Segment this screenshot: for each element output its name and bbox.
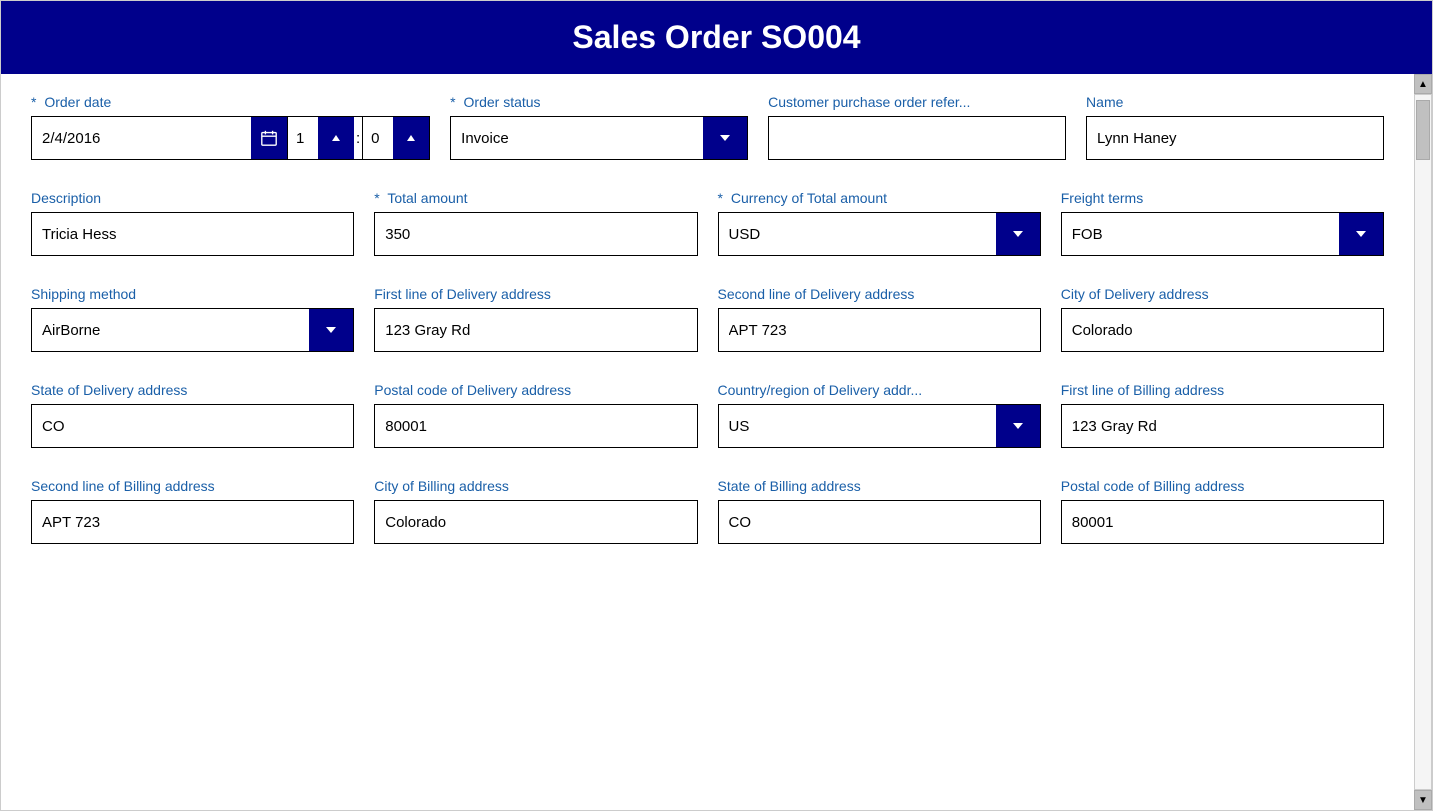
billing-addr2-label: Second line of Billing address	[31, 478, 354, 494]
page-header: Sales Order SO004	[1, 1, 1432, 74]
total-amount-input[interactable]	[374, 212, 697, 256]
billing-city-label: City of Billing address	[374, 478, 697, 494]
scroll-track[interactable]	[1414, 94, 1432, 790]
delivery-postal-input[interactable]	[374, 404, 697, 448]
shipping-method-label: Shipping method	[31, 286, 354, 302]
delivery-state-field: State of Delivery address	[31, 382, 354, 448]
shipping-method-input[interactable]	[32, 309, 309, 351]
freight-terms-label: Freight terms	[1061, 190, 1384, 206]
name-field: Name	[1086, 94, 1384, 160]
order-status-label: * Order status	[450, 94, 748, 110]
billing-postal-label: Postal code of Billing address	[1061, 478, 1384, 494]
form-area: * Order date	[1, 74, 1414, 810]
delivery-postal-label: Postal code of Delivery address	[374, 382, 697, 398]
delivery-country-select	[718, 404, 1041, 448]
order-date-label: * Order date	[31, 94, 430, 110]
currency-input[interactable]	[719, 213, 996, 255]
delivery-addr2-label: Second line of Delivery address	[718, 286, 1041, 302]
hour-spinner: 1	[287, 117, 354, 159]
delivery-postal-field: Postal code of Delivery address	[374, 382, 697, 448]
delivery-state-input[interactable]	[31, 404, 354, 448]
total-amount-label: * Total amount	[374, 190, 697, 206]
hour-spinner-btn[interactable]	[318, 117, 354, 159]
billing-city-field: City of Billing address	[374, 478, 697, 544]
delivery-city-label: City of Delivery address	[1061, 286, 1384, 302]
customer-po-ref-field: Customer purchase order refer...	[768, 94, 1066, 160]
order-status-dropdown-btn[interactable]	[703, 117, 747, 159]
delivery-country-dropdown-btn[interactable]	[996, 405, 1040, 447]
billing-addr2-field: Second line of Billing address	[31, 478, 354, 544]
order-status-field: * Order status	[450, 94, 748, 160]
shipping-method-field: Shipping method	[31, 286, 354, 352]
billing-addr1-field: First line of Billing address	[1061, 382, 1384, 448]
total-amount-field: * Total amount	[374, 190, 697, 256]
required-star-total: *	[374, 190, 379, 206]
description-field: Description	[31, 190, 354, 256]
customer-po-ref-label: Customer purchase order refer...	[768, 94, 1066, 110]
delivery-addr2-input[interactable]	[718, 308, 1041, 352]
minute-value: 0	[363, 117, 393, 159]
order-date-input[interactable]	[32, 117, 251, 159]
time-colon: :	[354, 117, 362, 159]
freight-terms-dropdown-btn[interactable]	[1339, 213, 1383, 255]
billing-state-label: State of Billing address	[718, 478, 1041, 494]
page-title: Sales Order SO004	[572, 19, 860, 55]
minute-spinner: 0	[362, 117, 429, 159]
minute-spinner-btn[interactable]	[393, 117, 429, 159]
name-label: Name	[1086, 94, 1384, 110]
delivery-addr1-field: First line of Delivery address	[374, 286, 697, 352]
order-date-field: * Order date	[31, 94, 430, 160]
delivery-country-field: Country/region of Delivery addr...	[718, 382, 1041, 448]
required-star-status: *	[450, 94, 455, 110]
billing-addr1-label: First line of Billing address	[1061, 382, 1384, 398]
freight-terms-select	[1061, 212, 1384, 256]
delivery-city-field: City of Delivery address	[1061, 286, 1384, 352]
currency-field: * Currency of Total amount	[718, 190, 1041, 256]
billing-addr1-input[interactable]	[1061, 404, 1384, 448]
delivery-addr1-input[interactable]	[374, 308, 697, 352]
description-input[interactable]	[31, 212, 354, 256]
delivery-city-input[interactable]	[1061, 308, 1384, 352]
name-input[interactable]	[1086, 116, 1384, 160]
freight-terms-input[interactable]	[1062, 213, 1339, 255]
scroll-down-btn[interactable]: ▼	[1414, 790, 1432, 810]
date-group: 1 : 0	[31, 116, 430, 160]
hour-value: 1	[288, 117, 318, 159]
customer-po-ref-input[interactable]	[768, 116, 1066, 160]
scroll-up-btn[interactable]: ▲	[1414, 74, 1432, 94]
shipping-method-dropdown-btn[interactable]	[309, 309, 353, 351]
billing-postal-input[interactable]	[1061, 500, 1384, 544]
billing-postal-field: Postal code of Billing address	[1061, 478, 1384, 544]
required-star: *	[31, 94, 36, 110]
billing-addr2-input[interactable]	[31, 500, 354, 544]
shipping-method-select	[31, 308, 354, 352]
billing-state-input[interactable]	[718, 500, 1041, 544]
scroll-thumb[interactable]	[1416, 100, 1430, 160]
required-star-currency: *	[718, 190, 723, 206]
freight-terms-field: Freight terms	[1061, 190, 1384, 256]
billing-state-field: State of Billing address	[718, 478, 1041, 544]
delivery-country-label: Country/region of Delivery addr...	[718, 382, 1041, 398]
order-status-select	[450, 116, 748, 160]
billing-city-input[interactable]	[374, 500, 697, 544]
vertical-scrollbar[interactable]: ▲ ▼	[1414, 74, 1432, 810]
description-label: Description	[31, 190, 354, 206]
main-window: Sales Order SO004 * Order date	[0, 0, 1433, 811]
delivery-country-input[interactable]	[719, 405, 996, 447]
delivery-addr2-field: Second line of Delivery address	[718, 286, 1041, 352]
currency-dropdown-btn[interactable]	[996, 213, 1040, 255]
delivery-addr1-label: First line of Delivery address	[374, 286, 697, 302]
order-status-input[interactable]	[451, 117, 703, 159]
currency-select	[718, 212, 1041, 256]
delivery-state-label: State of Delivery address	[31, 382, 354, 398]
calendar-button[interactable]	[251, 117, 287, 159]
currency-label: * Currency of Total amount	[718, 190, 1041, 206]
